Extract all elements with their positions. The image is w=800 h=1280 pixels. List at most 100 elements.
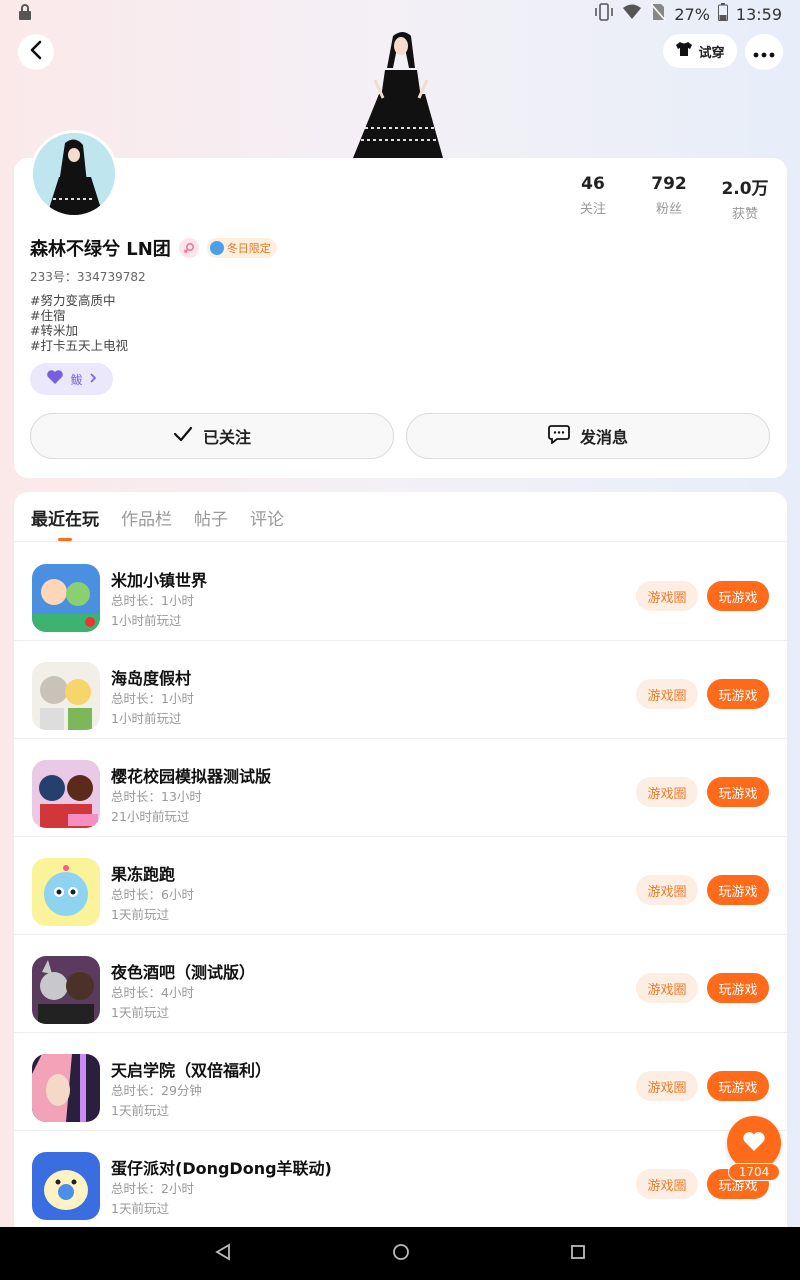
tab-comments[interactable]: 评论 — [250, 505, 284, 530]
game-row[interactable]: 果冻跑跑 总时长：6小时 1天前玩过 游戏圈 玩游戏 — [14, 837, 787, 935]
back-button[interactable] — [18, 34, 54, 70]
heart-icon — [742, 1131, 766, 1156]
bio-line: #住宿 — [30, 308, 66, 323]
nav-back-icon[interactable] — [214, 1242, 232, 1265]
nav-home-icon[interactable] — [392, 1243, 410, 1265]
more-options-button[interactable] — [745, 34, 783, 70]
no-sim-icon — [650, 3, 666, 25]
followed-button[interactable]: 已关注 — [30, 413, 394, 459]
system-nav-bar — [0, 1227, 800, 1280]
game-circle-button[interactable]: 游戏圈 — [636, 679, 698, 709]
game-duration: 总时长：29分钟 — [111, 1083, 202, 1098]
game-row[interactable]: 海岛度假村 总时长：1小时 1小时前玩过 游戏圈 玩游戏 — [14, 641, 787, 739]
stat-followers[interactable]: 792 粉丝 — [631, 174, 707, 222]
username: 森林不绿兮 LN团 — [30, 239, 171, 260]
game-title: 果冻跑跑 — [111, 865, 176, 884]
female-icon — [178, 238, 199, 258]
badge-icon — [209, 241, 224, 255]
game-circle-button[interactable]: 游戏圈 — [636, 973, 698, 1003]
like-count: 1704 — [728, 1163, 780, 1181]
game-icon — [32, 858, 100, 926]
bio-line: #努力变高质中 — [30, 293, 116, 308]
wifi-icon — [622, 4, 642, 24]
heart-icon — [46, 370, 64, 388]
game-last-played: 1小时前玩过 — [111, 711, 182, 726]
game-last-played: 1天前玩过 — [111, 1201, 169, 1216]
bio-line: #打卡五天上电视 — [30, 338, 128, 353]
game-last-played: 1天前玩过 — [111, 1005, 169, 1020]
try-on-button[interactable]: 试穿 — [663, 34, 737, 68]
play-game-button[interactable]: 玩游戏 — [707, 1071, 769, 1101]
game-circle-button[interactable]: 游戏圈 — [636, 581, 698, 611]
battery-icon — [717, 3, 728, 25]
user-id: 233号：334739782 — [30, 270, 146, 284]
tab-recently-played[interactable]: 最近在玩 — [31, 505, 99, 530]
play-game-button[interactable]: 玩游戏 — [707, 973, 769, 1003]
avatar[interactable] — [30, 130, 118, 218]
tab-posts[interactable]: 帖子 — [194, 505, 228, 530]
game-duration: 总时长：13小时 — [111, 789, 202, 804]
play-game-button[interactable]: 玩游戏 — [707, 679, 769, 709]
game-last-played: 1小时前玩过 — [111, 613, 182, 628]
play-game-button[interactable]: 玩游戏 — [707, 875, 769, 905]
stat-value: 46 — [581, 174, 605, 194]
game-title: 夜色酒吧（测试版） — [111, 963, 256, 982]
profile-tabs: 最近在玩 作品栏 帖子 评论 — [31, 505, 284, 530]
send-message-button[interactable]: 发消息 — [406, 413, 770, 459]
stat-value: 2.0万 — [721, 179, 769, 199]
stat-label: 获赞 — [731, 207, 758, 222]
chevron-right-icon — [89, 372, 97, 387]
tab-works[interactable]: 作品栏 — [121, 505, 172, 530]
clock: 13:59 — [735, 4, 782, 24]
like-fab-button[interactable] — [727, 1116, 781, 1170]
play-game-button[interactable]: 玩游戏 — [707, 777, 769, 807]
game-duration: 总时长：1小时 — [111, 593, 194, 608]
game-duration: 总时长：2小时 — [111, 1181, 194, 1196]
bio: #努力变高质中 #住宿 #转米加 #打卡五天上电视 — [30, 293, 128, 353]
game-title: 蛋仔派对(DongDong羊联动) — [111, 1159, 332, 1178]
stat-following[interactable]: 46 关注 — [555, 174, 631, 222]
followed-label: 已关注 — [202, 428, 251, 447]
chevron-left-icon — [29, 40, 43, 64]
check-icon — [173, 426, 193, 446]
game-title: 海岛度假村 — [111, 669, 192, 688]
play-game-button[interactable]: 玩游戏 — [707, 581, 769, 611]
status-bar: 27% 13:59 — [0, 0, 800, 28]
stat-likes[interactable]: 2.0万 获赞 — [707, 174, 783, 222]
winter-limited-badge[interactable]: 冬日限定 — [206, 238, 277, 258]
badge-label: 冬日限定 — [226, 242, 271, 255]
game-title: 米加小镇世界 — [111, 571, 208, 590]
stat-label: 粉丝 — [655, 202, 682, 217]
game-last-played: 21小时前玩过 — [111, 809, 190, 824]
stat-value: 792 — [651, 174, 687, 194]
avatar-3d-figure — [345, 28, 451, 160]
nav-recents-icon[interactable] — [570, 1244, 586, 1264]
game-title: 天启学院（双倍福利） — [111, 1061, 272, 1080]
lock-icon — [18, 4, 32, 24]
game-icon — [32, 760, 100, 828]
game-duration: 总时长：6小时 — [111, 887, 194, 902]
profile-stats: 46 关注 792 粉丝 2.0万 获赞 — [555, 174, 783, 222]
more-dots-icon — [753, 43, 775, 62]
game-circle-button[interactable]: 游戏圈 — [636, 777, 698, 807]
chat-bubble-icon — [548, 424, 570, 448]
vibrate-icon — [594, 3, 614, 25]
game-row[interactable]: 米加小镇世界 总时长：1小时 1小时前玩过 游戏圈 玩游戏 — [14, 543, 787, 641]
game-icon — [32, 956, 100, 1024]
game-last-played: 1天前玩过 — [111, 907, 169, 922]
stat-label: 关注 — [579, 202, 606, 217]
game-circle-button[interactable]: 游戏圈 — [636, 875, 698, 905]
game-circle-button[interactable]: 游戏圈 — [636, 1071, 698, 1101]
game-icon — [32, 662, 100, 730]
relationship-chip[interactable]: 鲅 — [30, 363, 113, 395]
divider — [14, 541, 787, 542]
shirt-icon — [675, 41, 693, 61]
game-row[interactable]: 樱花校园模拟器测试版 总时长：13小时 21小时前玩过 游戏圈 玩游戏 — [14, 739, 787, 837]
game-row[interactable]: 蛋仔派对(DongDong羊联动) 总时长：2小时 1天前玩过 游戏圈 玩游戏 — [14, 1131, 787, 1229]
game-circle-button[interactable]: 游戏圈 — [636, 1169, 698, 1199]
game-duration: 总时长：4小时 — [111, 985, 194, 1000]
game-row[interactable]: 天启学院（双倍福利） 总时长：29分钟 1天前玩过 游戏圈 玩游戏 — [14, 1033, 787, 1131]
bio-line: #转米加 — [30, 323, 78, 338]
game-row[interactable]: 夜色酒吧（测试版） 总时长：4小时 1天前玩过 游戏圈 玩游戏 — [14, 935, 787, 1033]
game-last-played: 1天前玩过 — [111, 1103, 169, 1118]
